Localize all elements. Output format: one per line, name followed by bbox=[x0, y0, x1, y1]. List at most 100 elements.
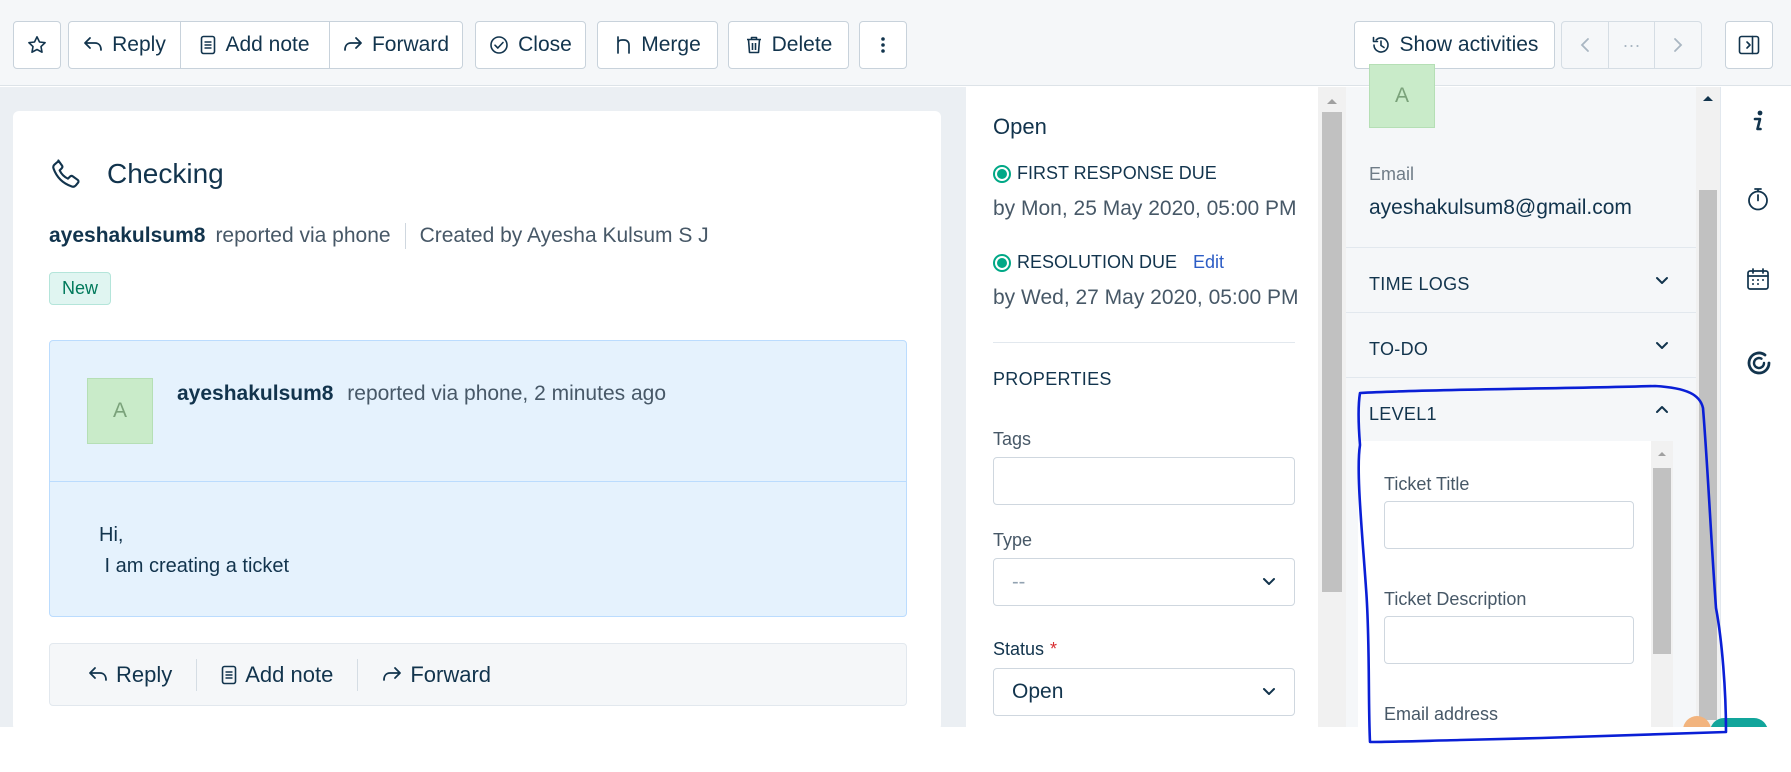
note-icon bbox=[201, 35, 216, 55]
previous-ticket-button[interactable] bbox=[1562, 22, 1609, 68]
page-bottom-strip bbox=[0, 727, 1791, 772]
ticket-title-input[interactable] bbox=[1384, 501, 1634, 549]
bottom-add-note-label: Add note bbox=[245, 661, 334, 687]
ticket-description-input[interactable] bbox=[1384, 616, 1634, 664]
conversation-header: A ayeshakulsum8 reported via phone, 2 mi… bbox=[50, 341, 906, 482]
level1-scroll-thumb[interactable] bbox=[1653, 468, 1671, 654]
forward-button[interactable]: Forward bbox=[330, 22, 462, 68]
ticket-header: Checking bbox=[49, 157, 224, 191]
avatar: A bbox=[87, 378, 153, 444]
conversation-body: Hi, I am creating a ticket bbox=[99, 520, 289, 582]
resolution-due: RESOLUTION DUE Edit bbox=[993, 252, 1224, 273]
ticket-description-label: Ticket Description bbox=[1384, 589, 1527, 609]
history-icon bbox=[1372, 36, 1389, 53]
requester-name[interactable]: ayeshakulsum8 bbox=[49, 224, 205, 248]
chevron-down-icon[interactable] bbox=[1655, 341, 1669, 351]
check-circle-icon bbox=[490, 36, 508, 54]
delete-button[interactable]: Delete bbox=[728, 21, 849, 69]
level1-section[interactable]: LEVEL1 bbox=[1369, 404, 1437, 425]
conversation-author: ayeshakulsum8 reported via phone, 2 minu… bbox=[177, 382, 666, 406]
contact-avatar: A bbox=[1369, 64, 1435, 128]
status-badge: New bbox=[49, 272, 112, 305]
add-note-button[interactable]: Add note bbox=[181, 22, 330, 68]
bottom-add-note-button[interactable]: Add note bbox=[197, 662, 357, 688]
delete-label: Delete bbox=[771, 33, 833, 56]
forward-label: Forward bbox=[371, 33, 450, 56]
more-actions-button[interactable] bbox=[859, 21, 907, 69]
close-label: Close bbox=[518, 33, 572, 56]
scroll-up-icon[interactable] bbox=[1651, 445, 1673, 461]
time-logs-section[interactable]: TIME LOGS bbox=[1369, 274, 1470, 295]
ticket-list-button[interactable]: ··· bbox=[1609, 22, 1656, 68]
chevron-up-icon[interactable] bbox=[1655, 404, 1669, 414]
ticket-toolbar: Reply Add note Forward Close Merge Delet… bbox=[0, 0, 1791, 86]
first-response-due: FIRST RESPONSE DUE bbox=[993, 163, 1217, 184]
section-divider bbox=[1346, 377, 1696, 378]
ticket-meta: ayeshakulsum8 reported via phone Created… bbox=[49, 223, 709, 249]
stopwatch-icon[interactable] bbox=[1745, 186, 1771, 212]
status-select[interactable]: Open bbox=[993, 668, 1295, 716]
show-activities-label: Show activities bbox=[1399, 33, 1539, 56]
ticket-title: Checking bbox=[107, 158, 224, 189]
resolution-label: RESOLUTION DUE bbox=[1017, 252, 1178, 272]
properties-divider bbox=[993, 342, 1295, 343]
reply-label: Reply bbox=[112, 33, 166, 56]
created-by-text: Created by Ayesha Kulsum S J bbox=[419, 224, 709, 247]
section-divider bbox=[1346, 312, 1696, 313]
chevron-right-icon bbox=[1674, 38, 1683, 52]
properties-scroll-thumb[interactable] bbox=[1322, 112, 1342, 592]
reply-action-group: Reply Add note Forward bbox=[68, 21, 463, 69]
merge-icon bbox=[617, 36, 631, 54]
calendar-icon[interactable] bbox=[1745, 266, 1771, 292]
ticket-navigation: ··· bbox=[1561, 21, 1702, 69]
note-icon bbox=[221, 665, 237, 684]
next-ticket-button[interactable] bbox=[1655, 22, 1701, 68]
type-select-value: -- bbox=[1012, 570, 1026, 593]
reply-icon bbox=[89, 666, 107, 681]
status-label: Status * bbox=[993, 639, 1057, 660]
resolution-date: by Wed, 27 May 2020, 05:00 PM bbox=[993, 286, 1299, 309]
chevron-down-icon bbox=[1263, 578, 1275, 585]
ticket-title-label: Ticket Title bbox=[1384, 474, 1470, 494]
phone-icon bbox=[52, 159, 80, 188]
chevron-down-icon bbox=[1263, 688, 1275, 695]
show-activities-button[interactable]: Show activities bbox=[1354, 21, 1555, 69]
scroll-up-icon[interactable] bbox=[1696, 89, 1720, 109]
contact-email-label: Email bbox=[1369, 164, 1415, 184]
star-button[interactable] bbox=[13, 21, 61, 69]
todo-section[interactable]: TO-DO bbox=[1369, 339, 1428, 360]
forward-icon bbox=[344, 37, 362, 51]
toggle-sidebar-button[interactable] bbox=[1725, 21, 1773, 69]
forward-icon bbox=[383, 666, 402, 681]
resolution-edit-link[interactable]: Edit bbox=[1193, 252, 1224, 273]
reply-icon bbox=[84, 37, 103, 51]
conversation-author-name[interactable]: ayeshakulsum8 bbox=[177, 382, 333, 405]
bottom-reply-button[interactable]: Reply bbox=[50, 662, 196, 688]
star-icon bbox=[28, 36, 46, 53]
contact-scroll-thumb[interactable] bbox=[1699, 190, 1717, 720]
sla-status-icon bbox=[993, 253, 1011, 272]
info-icon[interactable] bbox=[1745, 108, 1771, 134]
bottom-forward-label: Forward bbox=[410, 661, 492, 687]
tags-input[interactable] bbox=[993, 457, 1295, 505]
app-rail bbox=[1720, 87, 1791, 727]
scroll-up-icon[interactable] bbox=[1318, 91, 1346, 111]
sidebar-toggle-icon bbox=[1738, 35, 1760, 55]
type-select[interactable]: -- bbox=[993, 558, 1295, 606]
contact-email[interactable]: ayeshakulsum8@gmail.com bbox=[1369, 196, 1632, 220]
tags-label: Tags bbox=[993, 429, 1032, 449]
conversation-line: Hi, bbox=[99, 524, 124, 546]
first-response-label: FIRST RESPONSE DUE bbox=[1017, 163, 1217, 183]
chevron-down-icon[interactable] bbox=[1655, 276, 1669, 286]
sla-status-icon bbox=[993, 164, 1011, 183]
close-button[interactable]: Close bbox=[475, 21, 586, 69]
merge-button[interactable]: Merge bbox=[597, 21, 718, 69]
more-vertical-icon bbox=[881, 37, 885, 53]
bottom-forward-button[interactable]: Forward bbox=[358, 662, 515, 688]
required-marker: * bbox=[1050, 639, 1058, 659]
reply-button[interactable]: Reply bbox=[69, 22, 181, 68]
reported-via-text: reported via phone bbox=[215, 224, 391, 247]
app-swirl-icon[interactable] bbox=[1745, 349, 1773, 377]
trash-icon bbox=[746, 36, 761, 54]
meta-divider bbox=[404, 223, 406, 249]
